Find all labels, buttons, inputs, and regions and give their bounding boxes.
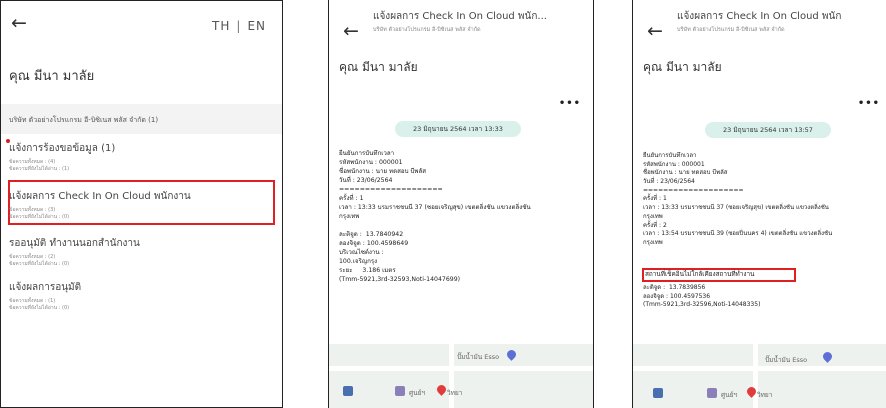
- menu-item-pending-approval[interactable]: รออนุมัติ ทำงานนอกสำนักงาน ข้อความทั้งหม…: [9, 236, 274, 268]
- user-name: คุณ มีนา มาลัย: [9, 69, 95, 84]
- menu-item-checkin-result[interactable]: แจ้งผลการ Check In On Cloud พนักงาน ข้อค…: [9, 189, 274, 221]
- map-road: [329, 366, 593, 371]
- map-poi-icon: [653, 388, 663, 398]
- map-label-center: ศูนย์ฯ: [409, 389, 426, 397]
- user-name: คุณ มีนา มาลัย: [339, 60, 418, 74]
- company-header: บริษัท ตัวอย่างโปรแกรม อี-บิซิเนส พลัส จ…: [1, 104, 282, 134]
- menu-item-title: รออนุมัติ ทำงานนอกสำนักงาน: [9, 238, 140, 249]
- user-name: คุณ มีนา มาลัย: [643, 60, 722, 74]
- menu-item-count-unread: ข้อความที่ยังไม่ได้อ่าน : (0): [9, 305, 70, 311]
- more-options-icon[interactable]: •••: [858, 98, 880, 109]
- screen-subtitle: บริษัท ตัวอย่างโปรแกรม อี-บิซิเนส พลัส จ…: [677, 27, 785, 33]
- lang-th-button[interactable]: TH: [212, 19, 230, 33]
- map-road: [449, 344, 454, 408]
- checkin-message: ยืนยันการบันทึกเวลา รหัสพนักงาน : 000001…: [339, 150, 531, 283]
- menu-item-approval-result[interactable]: แจ้งผลการอนุมัติ ข้อความทั้งหมด : (1) ข้…: [9, 280, 274, 312]
- screenshot-stage: ← TH | EN คุณ มีนา มาลัย บริษัท ตัวอย่างโป…: [0, 0, 886, 408]
- map-label-school: วิทยา: [447, 389, 463, 397]
- menu-item-title: แจ้งผลการ Check In On Cloud พนักงาน: [9, 191, 191, 202]
- map-poi-icon: [395, 386, 405, 396]
- back-arrow-icon[interactable]: ←: [343, 22, 359, 41]
- date-badge: 23 มิถุนายน 2564 เวลา 13:57: [705, 122, 831, 138]
- checkin-message: ยืนยันการบันทึกเวลา รหัสพนักงาน : 000001…: [643, 152, 833, 246]
- menu-item-title: แจ้งผลการอนุมัติ: [9, 282, 82, 293]
- unread-dot-icon: [6, 139, 10, 143]
- location-warning: สถานที่เช็คอินไม่ใกล้เคียงสถานที่ทำงาน: [645, 270, 755, 278]
- checkin-detail-screen-2: ← แจ้งผลการ Check In On Cloud พนัก บริษั…: [632, 0, 886, 408]
- lang-en-button[interactable]: EN: [247, 19, 266, 33]
- menu-item-count-unread: ข้อความที่ยังไม่ได้อ่าน : (0): [9, 214, 70, 220]
- map-pin-icon: [435, 383, 448, 396]
- map-poi-icon: [343, 386, 353, 396]
- screen-subtitle: บริษัท ตัวอย่างโปรแกรม อี-บิซิเนส พลัส จ…: [373, 27, 481, 33]
- screen-title: แจ้งผลการ Check In On Cloud พนัก: [677, 11, 842, 22]
- language-switch: TH | EN: [212, 19, 266, 33]
- back-arrow-icon[interactable]: ←: [11, 14, 27, 33]
- checkin-coordinates: ละติจูด : 13.7839856 ลองจิจูด : 100.4597…: [643, 284, 761, 309]
- more-options-icon[interactable]: •••: [559, 98, 581, 109]
- menu-item-count-total: ข้อความทั้งหมด : (4): [9, 159, 56, 165]
- menu-item-count-total: ข้อความทั้งหมด : (1): [9, 298, 56, 304]
- map-pin-icon: [505, 348, 518, 361]
- menu-item-title: แจ้งการร้องขอข้อมูล (1): [9, 143, 116, 154]
- lang-separator: |: [236, 19, 242, 33]
- location-map[interactable]: ปั๊มน้ำมัน Esso ศูนย์ฯ วิทยา: [329, 344, 593, 408]
- screen-title: แจ้งผลการ Check In On Cloud พนัก...: [373, 11, 547, 22]
- menu-item-count-total: ข้อความทั้งหมด : (3): [9, 207, 56, 213]
- map-label-school: วิทยา: [757, 391, 773, 399]
- map-label-esso: ปั๊มน้ำมัน Esso: [765, 356, 808, 364]
- back-arrow-icon[interactable]: ←: [647, 22, 663, 41]
- menu-item-count-total: ข้อความทั้งหมด : (2): [9, 254, 56, 260]
- map-poi-icon: [707, 388, 717, 398]
- menu-item-count-unread: ข้อความที่ยังไม่ได้อ่าน : (1): [9, 166, 70, 172]
- checkin-detail-screen-1: ← แจ้งผลการ Check In On Cloud พนัก... บร…: [328, 0, 594, 408]
- menu-item-data-request[interactable]: แจ้งการร้องขอข้อมูล (1) ข้อความทั้งหมด :…: [6, 139, 274, 173]
- map-road: [633, 366, 886, 371]
- map-pin-icon: [821, 350, 834, 363]
- map-label-esso: ปั๊มน้ำมัน Esso: [457, 353, 500, 361]
- menu-item-count-unread: ข้อความที่ยังไม่ได้อ่าน : (0): [9, 261, 70, 267]
- location-map[interactable]: ปั๊มน้ำมัน Esso ศูนย์ฯ วิทยา: [633, 344, 886, 408]
- map-label-center: ศูนย์ฯ: [721, 391, 738, 399]
- date-badge: 23 มิถุนายน 2564 เวลา 13:33: [395, 121, 521, 137]
- notification-list-screen: ← TH | EN คุณ มีนา มาลัย บริษัท ตัวอย่างโป…: [0, 0, 283, 408]
